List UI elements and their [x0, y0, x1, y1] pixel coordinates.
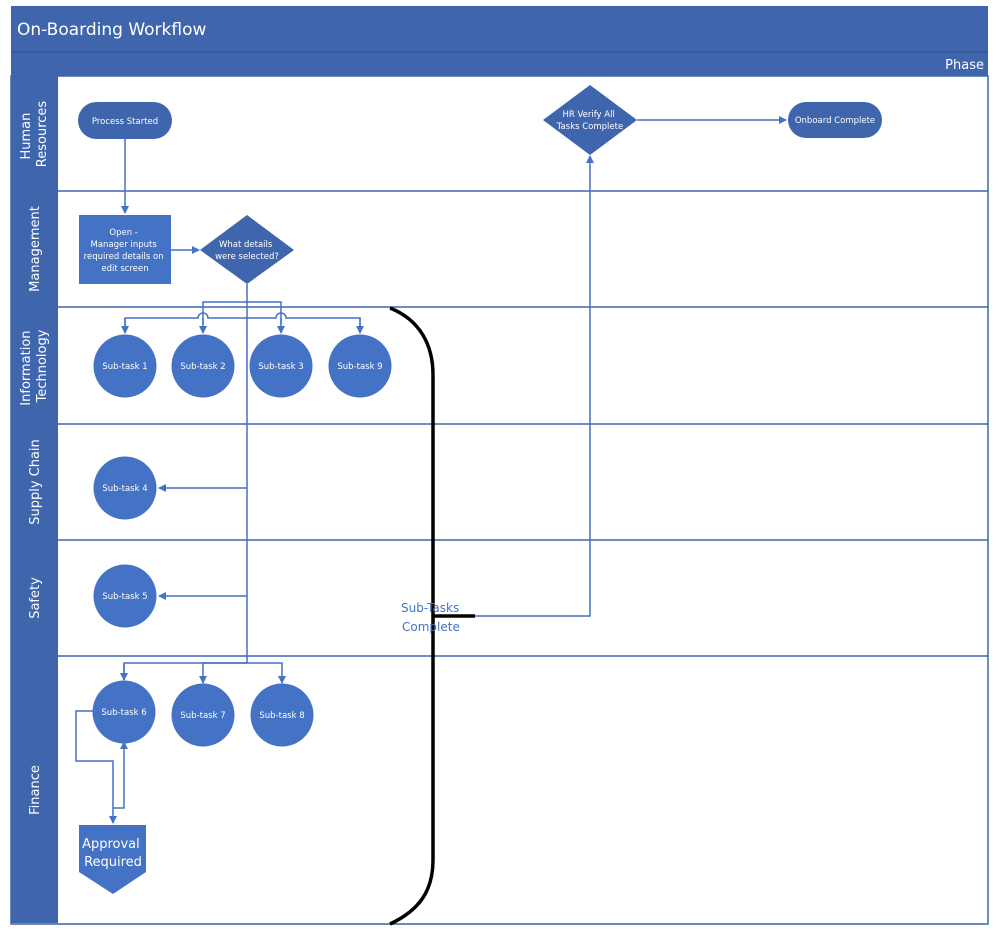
lane-label-supply-chain: Supply Chain — [28, 439, 43, 525]
swimlane-diagram: On-Boarding Workflow Phase Human Resourc… — [10, 6, 989, 926]
node-subtask-4[interactable]: Sub-task 4 — [93, 456, 157, 520]
lane-label-management: Management — [28, 206, 43, 292]
node-subtask-1[interactable]: Sub-task 1 — [93, 334, 157, 398]
lane-label-information-technology: Information Technology — [19, 326, 50, 405]
node-label: Sub-task 4 — [102, 484, 147, 494]
node-label: Sub-task 1 — [102, 362, 147, 372]
node-onboard-complete[interactable]: Onboard Complete — [788, 102, 882, 138]
lane-finance[interactable]: Finance — [28, 765, 43, 815]
node-subtask-7[interactable]: Sub-task 7 — [171, 683, 235, 747]
node-label: Sub-task 8 — [259, 711, 304, 721]
node-label: Onboard Complete — [795, 116, 875, 126]
lane-label-finance: Finance — [28, 765, 43, 815]
swimlanes: Human Resources Management Information T… — [10, 75, 989, 925]
node-subtask-8[interactable]: Sub-task 8 — [250, 683, 314, 747]
node-label: Sub-task 6 — [101, 708, 146, 718]
lane-label-safety: Safety — [28, 577, 43, 619]
diagram-title: On-Boarding Workflow — [17, 20, 206, 40]
phase-label: Phase — [945, 58, 984, 73]
node-subtask-2[interactable]: Sub-task 2 — [171, 334, 235, 398]
node-subtask-9[interactable]: Sub-task 9 — [328, 334, 392, 398]
diagram-header: On-Boarding Workflow Phase — [11, 6, 988, 76]
node-subtask-5[interactable]: Sub-task 5 — [93, 564, 157, 628]
phase-bar[interactable] — [11, 53, 988, 76]
node-manager-inputs[interactable]: Open - Manager inputs required details o… — [79, 215, 171, 284]
node-label: Process Started — [92, 117, 158, 127]
node-label: Sub-task 7 — [180, 711, 225, 721]
node-label: Sub-task 5 — [102, 592, 147, 602]
node-label: Sub-task 2 — [180, 362, 225, 372]
node-label: Sub-task 9 — [337, 362, 382, 372]
node-subtask-6[interactable]: Sub-task 6 — [92, 680, 156, 744]
node-label: Sub-task 3 — [258, 362, 303, 372]
lane-label-human-resources: Human Resources — [19, 101, 50, 168]
node-subtask-3[interactable]: Sub-task 3 — [249, 334, 313, 398]
node-process-started[interactable]: Process Started — [78, 102, 172, 139]
